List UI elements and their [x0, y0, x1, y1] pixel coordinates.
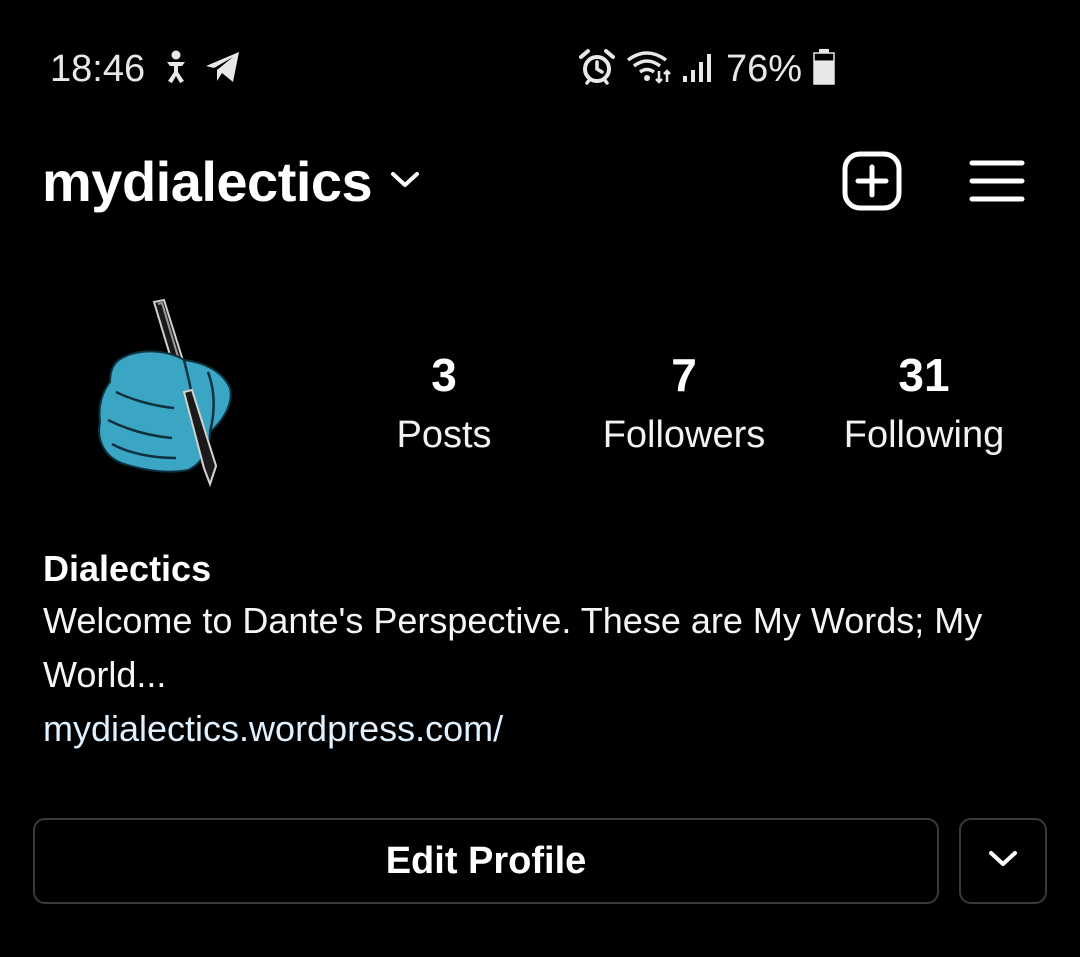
alarm-icon [578, 48, 616, 91]
avatar[interactable] [84, 296, 254, 492]
bio-text: Welcome to Dante's Perspective. These ar… [43, 600, 983, 695]
chevron-down-icon [390, 170, 420, 195]
accessibility-icon [162, 50, 190, 89]
following-label: Following [843, 414, 1005, 456]
edit-profile-button[interactable]: Edit Profile [33, 818, 939, 904]
posts-count: 3 [431, 349, 457, 401]
telegram-icon [204, 50, 242, 89]
battery-icon [812, 48, 836, 91]
add-post-icon [842, 151, 902, 216]
signal-icon [682, 50, 716, 89]
profile-header: mydialectics [0, 140, 1080, 230]
followers-label: Followers [602, 414, 766, 456]
menu-icon [969, 158, 1025, 209]
status-left-icons [162, 50, 242, 89]
add-post-button[interactable] [841, 151, 903, 216]
hand-writing-with-pen-icon [84, 298, 254, 496]
battery-percent: 76% [726, 48, 803, 90]
wifi-icon [626, 50, 672, 89]
account-switcher[interactable]: mydialectics [42, 144, 420, 220]
followers-count: 7 [671, 349, 697, 401]
chevron-down-icon [988, 849, 1018, 874]
profile-bio: Dialectics Welcome to Dante's Perspectiv… [43, 544, 1043, 756]
posts-label: Posts [396, 414, 492, 456]
following-stat[interactable]: 31 Following [814, 340, 1034, 460]
followers-stat[interactable]: 7 Followers [574, 340, 794, 460]
username: mydialectics [42, 150, 373, 213]
website-link[interactable]: mydialectics.wordpress.com/ [43, 702, 1043, 756]
status-time: 18:46 [50, 48, 146, 90]
status-right-icons: 76% [578, 46, 836, 92]
suggested-accounts-button[interactable] [959, 818, 1047, 904]
menu-button[interactable] [966, 152, 1028, 214]
profile-display-name: Dialectics [43, 548, 212, 589]
posts-stat[interactable]: 3 Posts [334, 340, 554, 460]
following-count: 31 [898, 349, 950, 401]
status-bar: 18:46 76% [0, 0, 1080, 140]
